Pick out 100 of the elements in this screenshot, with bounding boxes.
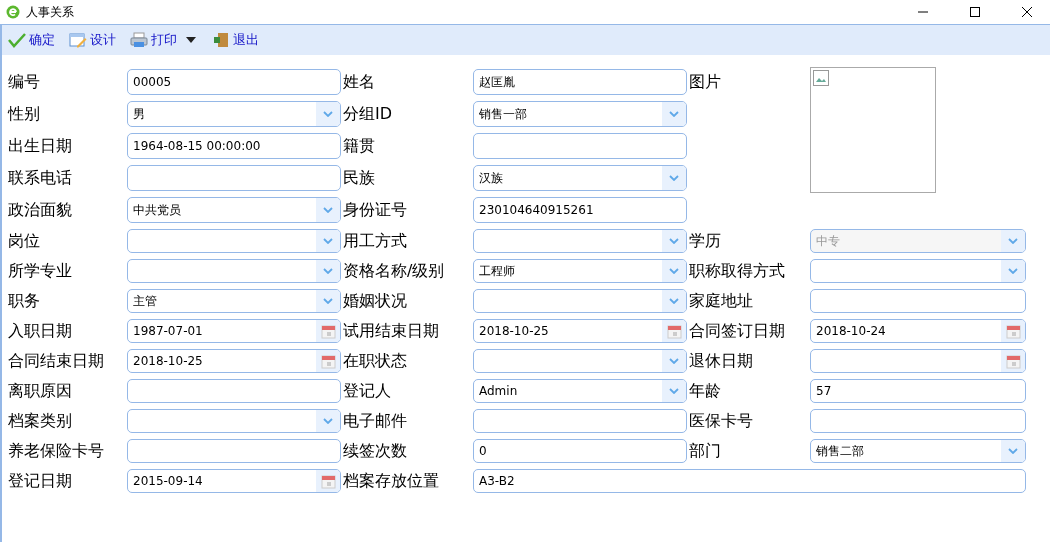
dropdown-button[interactable] (662, 166, 686, 190)
text-field[interactable] (127, 165, 341, 191)
dropdown-button[interactable] (662, 230, 686, 252)
dropdown-field[interactable]: 男 (127, 101, 341, 127)
field-label: 分组ID (342, 103, 394, 125)
checkmark-icon (8, 32, 26, 48)
calendar-button[interactable] (316, 470, 340, 492)
field-label: 图片 (688, 71, 722, 93)
dropdown-field[interactable] (473, 229, 687, 253)
dropdown-field[interactable]: 销售二部 (810, 439, 1026, 463)
dropdown-field[interactable]: 工程师 (473, 259, 687, 283)
field-label: 所学专业 (7, 260, 73, 282)
toolbar-button[interactable]: 设计 (69, 31, 116, 49)
dropdown-field[interactable] (127, 259, 341, 283)
calendar-button[interactable] (316, 350, 340, 372)
dropdown-button[interactable] (1001, 440, 1025, 462)
chevron-down-icon (323, 268, 333, 274)
text-field[interactable]: 00005 (127, 69, 341, 95)
text-field[interactable]: A3-B2 (473, 469, 1026, 493)
date-field[interactable]: 1987-07-01 (127, 319, 341, 343)
date-field[interactable]: 2018-10-25 (127, 349, 341, 373)
dropdown-button[interactable] (662, 380, 686, 402)
text-field[interactable]: 赵匡胤 (473, 69, 687, 95)
dropdown-button[interactable] (316, 260, 340, 282)
field-label: 登记日期 (7, 470, 73, 492)
date-field[interactable]: 2015-09-14 (127, 469, 341, 493)
chevron-down-icon (323, 298, 333, 304)
chevron-down-icon (1008, 238, 1018, 244)
dropdown-field[interactable]: 中共党员 (127, 197, 341, 223)
field-label: 籍贯 (342, 135, 376, 157)
field-label: 性别 (6, 103, 41, 125)
dropdown-button[interactable] (662, 102, 686, 126)
text-field[interactable]: 230104640915261 (473, 197, 687, 223)
date-field[interactable]: 2018-10-24 (810, 319, 1026, 343)
text-field[interactable] (473, 133, 687, 159)
dropdown-field[interactable]: 主管 (127, 289, 341, 313)
field-label: 登记人 (342, 380, 392, 402)
text-field[interactable] (127, 439, 341, 463)
calendar-icon (666, 323, 682, 339)
dropdown-button[interactable] (662, 290, 686, 312)
dropdown-button[interactable] (316, 198, 340, 222)
dropdown-field[interactable] (127, 409, 341, 433)
text-field[interactable] (473, 409, 687, 433)
dropdown-button[interactable] (316, 230, 340, 252)
chevron-down-icon (669, 298, 679, 304)
dropdown-button[interactable] (1001, 260, 1025, 282)
toolbar-button[interactable]: 打印 (130, 31, 198, 49)
calendar-button[interactable] (1001, 320, 1025, 342)
dropdown-button[interactable] (316, 102, 340, 126)
dropdown-field[interactable]: 销售一部 (473, 101, 687, 127)
chevron-down-icon (1008, 448, 1018, 454)
calendar-button[interactable] (662, 320, 686, 342)
field-label: 养老保险卡号 (7, 440, 105, 462)
field-label: 离职原因 (7, 380, 73, 402)
toolbar-button[interactable]: 确定 (8, 31, 55, 49)
date-field[interactable] (810, 349, 1026, 373)
dropdown-button[interactable] (662, 260, 686, 282)
dropdown-field[interactable] (810, 259, 1026, 283)
dropdown-field[interactable]: Admin (473, 379, 687, 403)
chevron-down-icon (323, 207, 333, 213)
dropdown-field[interactable]: 汉族 (473, 165, 687, 191)
app-logo-icon (6, 5, 20, 19)
text-field[interactable] (810, 289, 1026, 313)
field-label: 档案存放位置 (342, 470, 440, 492)
calendar-icon (1005, 323, 1021, 339)
dropdown-button[interactable] (316, 290, 340, 312)
dropdown-button[interactable] (662, 350, 686, 372)
text-field[interactable] (127, 379, 341, 403)
chevron-down-icon (323, 111, 333, 117)
chevron-down-icon (669, 175, 679, 181)
chevron-down-icon (669, 268, 679, 274)
field-label: 用工方式 (342, 230, 408, 252)
chevron-down-icon (669, 358, 679, 364)
window-title: 人事关系 (26, 3, 75, 21)
text-field[interactable]: 1964-08-15 00:00:00 (127, 133, 341, 159)
dropdown-field[interactable] (473, 349, 687, 373)
field-label: 退休日期 (688, 350, 754, 372)
calendar-button[interactable] (316, 320, 340, 342)
field-label: 政治面貌 (7, 199, 73, 221)
field-label: 年龄 (688, 380, 722, 402)
field-label: 合同签订日期 (688, 320, 786, 342)
field-label: 在职状态 (342, 350, 408, 372)
field-label: 出生日期 (7, 135, 73, 157)
dropdown-button[interactable] (316, 410, 340, 432)
calendar-icon (1005, 353, 1021, 369)
text-field[interactable]: 57 (810, 379, 1026, 403)
door-icon (212, 32, 230, 48)
chevron-down-icon (669, 111, 679, 117)
field-label: 档案类别 (7, 410, 73, 432)
text-field[interactable] (810, 409, 1026, 433)
calendar-button[interactable] (1001, 350, 1025, 372)
toolbar-button[interactable]: 退出 (212, 31, 259, 49)
field-label: 部门 (688, 440, 722, 462)
field-label: 资格名称/级别 (342, 260, 446, 282)
dropdown-field[interactable] (473, 289, 687, 313)
chevron-down-icon (323, 418, 333, 424)
dropdown-field[interactable] (127, 229, 341, 253)
date-field[interactable]: 2018-10-25 (473, 319, 687, 343)
text-field[interactable]: 0 (473, 439, 687, 463)
field-label: 试用结束日期 (342, 320, 440, 342)
